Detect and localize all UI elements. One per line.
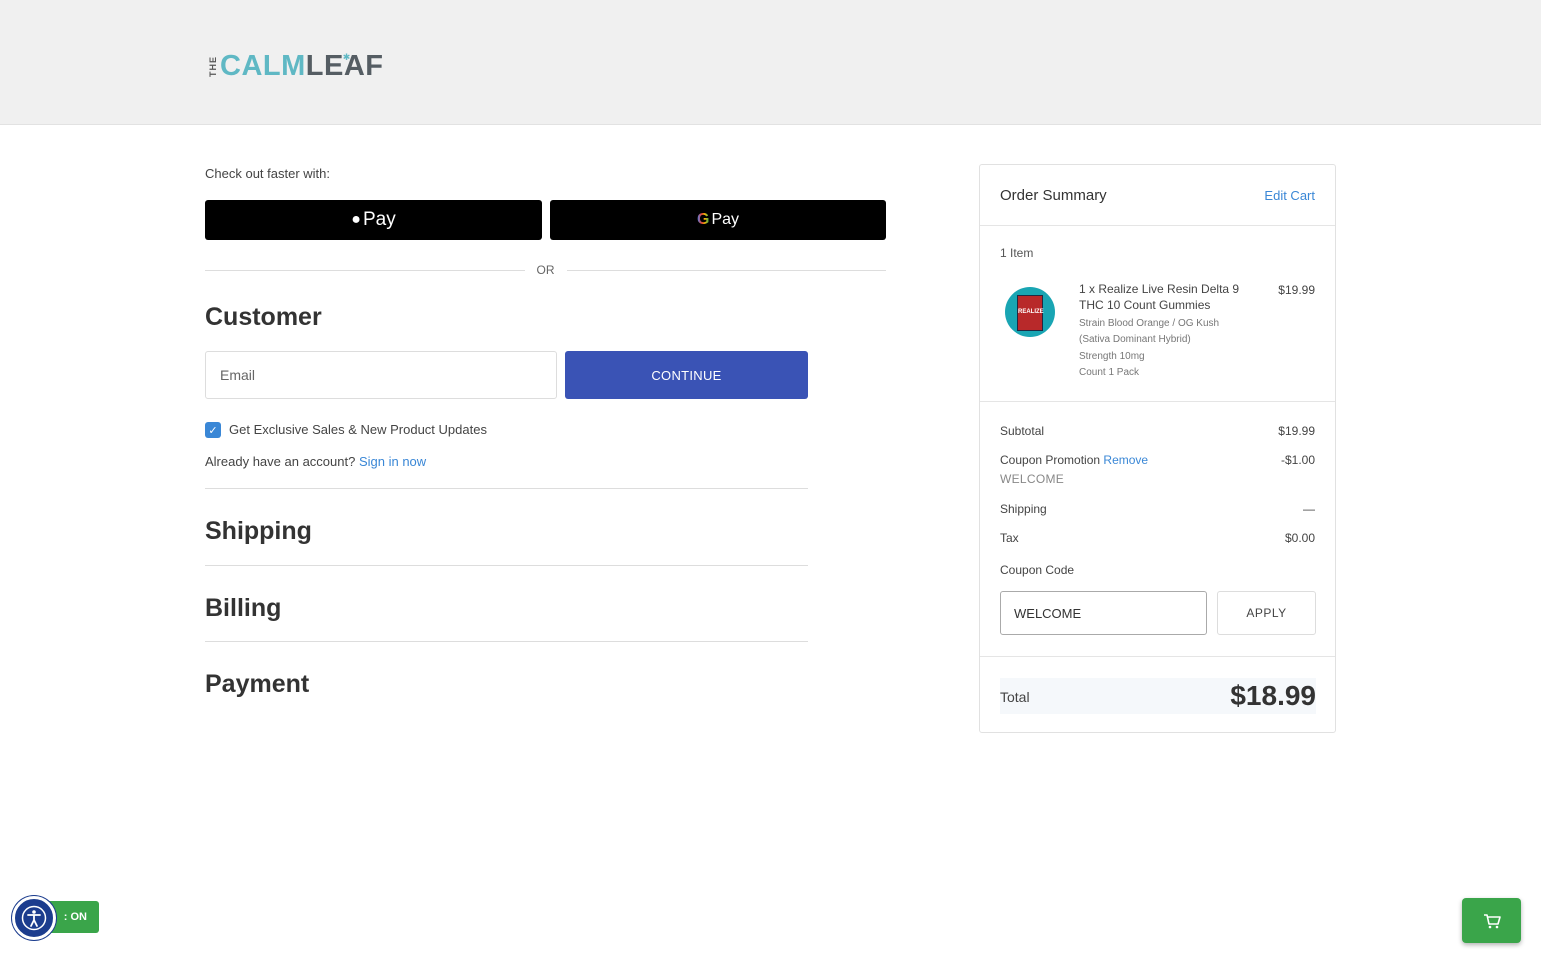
subtotal-label: Subtotal (1000, 424, 1045, 438)
account-prompt-row: Already have an account? Sign in now (205, 454, 426, 469)
section-divider (205, 565, 808, 566)
google-icon: G (696, 211, 710, 228)
logo-calm-text: CALM (220, 49, 306, 82)
express-checkout-label: Check out faster with: (205, 166, 330, 181)
product-option-count: Count 1 Pack (1079, 367, 1140, 378)
product-option-strain: Strain Blood Orange / OG Kush (1079, 318, 1220, 329)
shipping-label: Shipping (1000, 502, 1047, 516)
product-option-strain-type: (Sativa Dominant Hybrid) (1079, 334, 1191, 345)
total-label: Total (1000, 689, 1030, 705)
order-summary-title: Order Summary (1000, 187, 1107, 204)
subtotal-value: $19.99 (1278, 424, 1315, 438)
remove-coupon-link[interactable]: Remove (1103, 453, 1148, 467)
applied-coupon-code: WELCOME (1000, 472, 1065, 486)
coupon-discount-value: -$1.00 (1280, 453, 1315, 467)
shipping-heading: Shipping (205, 517, 312, 545)
shipping-value: — (1303, 502, 1315, 516)
continue-button[interactable]: CONTINUE (565, 351, 808, 399)
accessibility-icon (21, 905, 47, 931)
product-price: $19.99 (1278, 283, 1315, 297)
total-row: Total $18.99 (1000, 678, 1316, 714)
accessibility-button[interactable] (12, 896, 56, 940)
or-text: OR (536, 263, 555, 277)
coupon-code-label: Coupon Code (1000, 563, 1075, 577)
summary-divider (980, 656, 1335, 657)
payment-heading: Payment (205, 670, 310, 698)
product-option-strength: Strength 10mg (1079, 351, 1145, 362)
total-value: $18.99 (1230, 680, 1316, 711)
coupon-promotion-row: Coupon Promotion Remove (1000, 453, 1148, 467)
leaf-icon: ✱ (342, 51, 351, 62)
billing-heading: Billing (205, 594, 282, 622)
apple-pay-label: Pay (362, 209, 396, 230)
apply-coupon-button[interactable]: APPLY (1217, 591, 1316, 635)
coupon-code-input[interactable] (1000, 591, 1207, 635)
order-summary-header: Order Summary Edit Cart (980, 165, 1335, 226)
email-field[interactable] (205, 351, 557, 399)
apple-icon: ● (351, 211, 361, 228)
logo-the-text: THE (208, 55, 218, 77)
coupon-promotion-label: Coupon Promotion (1000, 453, 1101, 467)
google-pay-button[interactable]: G Pay (550, 200, 886, 240)
tax-value: $0.00 (1284, 531, 1315, 545)
sign-in-link[interactable]: Sign in now (359, 454, 426, 469)
logo-leaf-text: LEAF ✱ (306, 50, 384, 83)
tax-label: Tax (1000, 531, 1019, 545)
customer-heading: Customer (205, 303, 322, 331)
apple-pay-button[interactable]: ● Pay (205, 200, 542, 240)
google-pay-label: Pay (711, 211, 740, 228)
or-line-left (205, 269, 525, 271)
account-prompt-text: Already have an account? (205, 454, 356, 469)
order-summary-panel: Order Summary Edit Cart 1 Item REALIZE 1… (979, 164, 1336, 733)
cart-button[interactable] (1462, 898, 1521, 943)
newsletter-checkbox[interactable]: ✓ (205, 422, 221, 438)
product-pack-label: REALIZE (1018, 309, 1044, 315)
or-divider: OR (205, 262, 886, 278)
cart-icon (1483, 913, 1501, 928)
checkmark-icon: ✓ (208, 424, 218, 437)
product-thumbnail: REALIZE (1005, 287, 1055, 337)
edit-cart-link[interactable]: Edit Cart (1264, 188, 1315, 203)
calmleaf-logo[interactable]: THE CALM LEAF ✱ (208, 50, 383, 82)
or-line-right (566, 269, 886, 271)
product-name: 1 x Realize Live Resin Delta 9 THC 10 Co… (1079, 282, 1240, 312)
site-header: THE CALM LEAF ✱ (0, 0, 1541, 125)
section-divider (205, 488, 808, 489)
section-divider (205, 641, 808, 642)
summary-divider (980, 401, 1335, 402)
item-count: 1 Item (1000, 246, 1034, 260)
newsletter-label[interactable]: Get Exclusive Sales & New Product Update… (229, 422, 487, 437)
